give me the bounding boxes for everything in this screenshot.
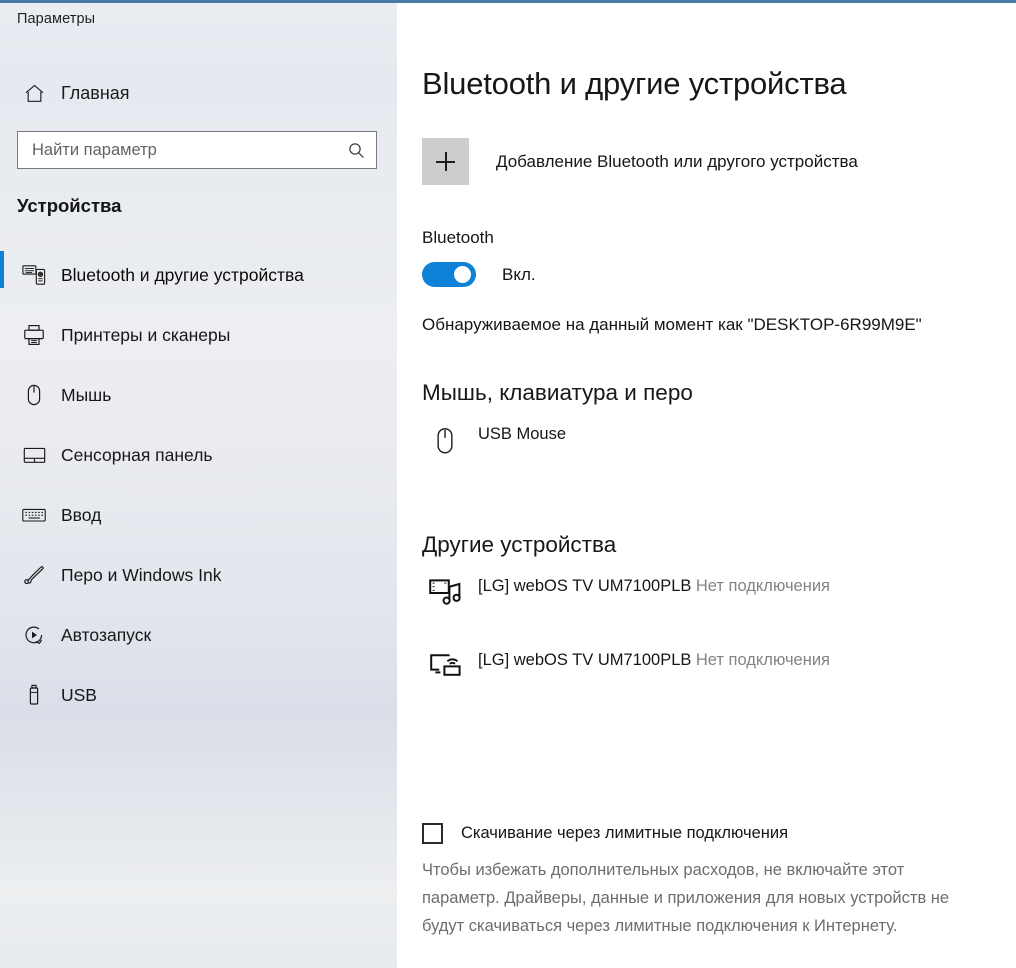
device-name: USB Mouse bbox=[478, 425, 567, 443]
metered-checkbox[interactable] bbox=[422, 823, 443, 844]
keyboard-icon bbox=[12, 505, 56, 525]
sidebar-item-touchpad-label: Сенсорная панель bbox=[61, 444, 213, 465]
mouse-icon bbox=[12, 383, 56, 407]
device-name: [LG] webOS TV UM7100PLB bbox=[478, 577, 692, 595]
metered-description: Чтобы избежать дополнительных расходов, … bbox=[422, 861, 950, 935]
main-content: Bluetooth и другие устройства Добавление… bbox=[397, 0, 1016, 968]
sidebar-category-heading: Устройства bbox=[17, 195, 122, 216]
app-title: Параметры bbox=[17, 11, 96, 27]
bluetooth-devices-icon bbox=[12, 263, 56, 287]
sidebar-item-printers[interactable]: Принтеры и сканеры bbox=[0, 305, 397, 365]
selection-indicator bbox=[0, 611, 4, 648]
plus-icon bbox=[422, 138, 469, 185]
group-heading-input-devices: Мышь, клавиатура и перо bbox=[422, 380, 693, 405]
sidebar-item-autoplay[interactable]: Автозапуск bbox=[0, 605, 397, 665]
mouse-icon bbox=[422, 424, 468, 456]
sidebar-item-autoplay-label: Автозапуск bbox=[61, 624, 152, 645]
selection-indicator bbox=[0, 671, 4, 708]
bluetooth-toggle[interactable] bbox=[422, 262, 476, 287]
search-button[interactable] bbox=[336, 132, 376, 168]
sidebar: Параметры Главная Устройст bbox=[0, 0, 397, 968]
search-input[interactable] bbox=[18, 132, 336, 168]
search-icon bbox=[347, 141, 366, 160]
sidebar-item-mouse[interactable]: Мышь bbox=[0, 365, 397, 425]
sidebar-item-usb[interactable]: USB bbox=[0, 665, 397, 725]
bluetooth-section-label: Bluetooth bbox=[422, 228, 494, 247]
device-row-lg-tv-cast[interactable]: [LG] webOS TV UM7100PLB Нет подключения bbox=[422, 649, 830, 681]
device-row-lg-tv-media[interactable]: [LG] webOS TV UM7100PLB Нет подключения bbox=[422, 575, 830, 609]
home-icon bbox=[12, 82, 56, 105]
sidebar-item-pen[interactable]: Перо и Windows Ink bbox=[0, 545, 397, 605]
sidebar-item-bluetooth-label: Bluetooth и другие устройства bbox=[61, 264, 304, 285]
bluetooth-toggle-row[interactable]: Вкл. bbox=[422, 262, 536, 287]
search-box[interactable] bbox=[17, 131, 377, 169]
sidebar-item-pen-label: Перо и Windows Ink bbox=[61, 564, 222, 585]
selection-indicator bbox=[0, 371, 4, 408]
device-text: [LG] webOS TV UM7100PLB Нет подключения bbox=[478, 649, 830, 672]
sidebar-item-typing[interactable]: Ввод bbox=[0, 485, 397, 545]
group-heading-other-devices: Другие устройства bbox=[422, 532, 617, 557]
metered-checkbox-label: Скачивание через лимитные подключения bbox=[461, 824, 789, 842]
sidebar-item-bluetooth[interactable]: Bluetooth и другие устройства bbox=[0, 245, 397, 305]
settings-window: Параметры Главная Устройст bbox=[0, 0, 1016, 968]
add-device-button[interactable]: Добавление Bluetooth или другого устройс… bbox=[422, 138, 858, 185]
autoplay-icon bbox=[12, 623, 56, 647]
device-name: [LG] webOS TV UM7100PLB bbox=[478, 651, 692, 669]
bluetooth-discoverable-text: Обнаруживаемое на данный момент как "DES… bbox=[422, 315, 922, 334]
cast-display-icon bbox=[422, 649, 468, 681]
sidebar-item-home-label: Главная bbox=[61, 82, 130, 103]
window-accent-line bbox=[0, 0, 1016, 3]
usb-icon bbox=[12, 683, 56, 707]
selection-indicator bbox=[0, 491, 4, 528]
selection-indicator bbox=[0, 251, 4, 288]
sidebar-item-home[interactable]: Главная bbox=[0, 72, 397, 114]
pen-icon bbox=[12, 563, 56, 587]
sidebar-item-touchpad[interactable]: Сенсорная панель bbox=[0, 425, 397, 485]
device-status: Нет подключения bbox=[695, 577, 830, 595]
toggle-knob bbox=[454, 266, 471, 283]
selection-indicator bbox=[0, 431, 4, 468]
sidebar-item-printers-label: Принтеры и сканеры bbox=[61, 324, 231, 345]
device-text: USB Mouse bbox=[478, 424, 566, 445]
sidebar-item-typing-label: Ввод bbox=[61, 504, 102, 525]
printer-icon bbox=[12, 323, 56, 347]
add-device-label: Добавление Bluetooth или другого устройс… bbox=[496, 151, 858, 171]
selection-indicator bbox=[0, 551, 4, 588]
device-row-usb-mouse[interactable]: USB Mouse bbox=[422, 424, 566, 456]
sidebar-item-usb-label: USB bbox=[61, 684, 97, 705]
sidebar-nav: Bluetooth и другие устройства Принтеры и… bbox=[0, 245, 397, 725]
device-status: Нет подключения bbox=[695, 651, 830, 669]
touchpad-icon bbox=[12, 444, 56, 466]
device-text: [LG] webOS TV UM7100PLB Нет подключения bbox=[478, 575, 830, 598]
page-title: Bluetooth и другие устройства bbox=[422, 66, 847, 101]
media-device-icon bbox=[422, 575, 468, 609]
selection-indicator bbox=[0, 311, 4, 348]
metered-checkbox-row[interactable]: Скачивание через лимитные подключения bbox=[422, 823, 788, 844]
bluetooth-toggle-state: Вкл. bbox=[502, 264, 536, 284]
sidebar-item-mouse-label: Мышь bbox=[61, 384, 112, 405]
